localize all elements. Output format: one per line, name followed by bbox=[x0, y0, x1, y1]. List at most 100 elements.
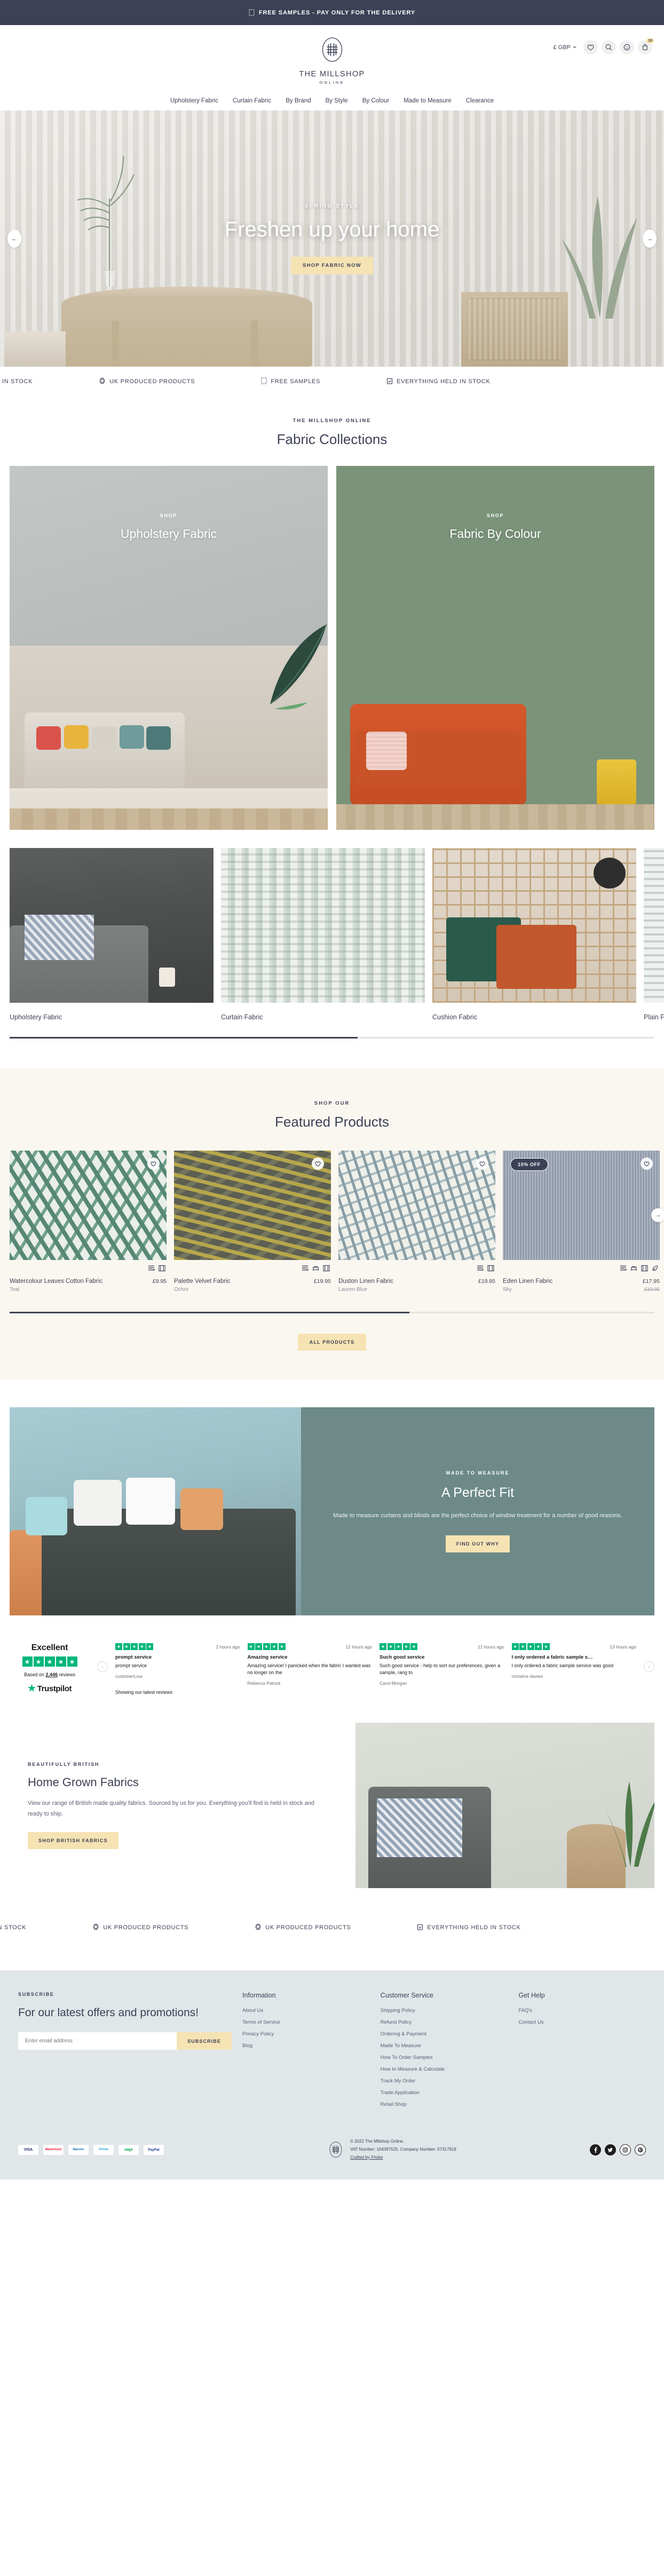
product-name[interactable]: Watercolour Leaves Cotton Fabric bbox=[10, 1278, 102, 1285]
nav-item-clearance[interactable]: Clearance bbox=[466, 98, 494, 104]
footer-link-refund-policy[interactable]: Refund Policy bbox=[381, 2019, 508, 2025]
product-variant: Lauren Blue bbox=[338, 1287, 367, 1293]
wishlist-heart-icon[interactable] bbox=[312, 1158, 324, 1170]
featured-carousel-scrollbar[interactable] bbox=[10, 1312, 654, 1313]
nav-item-by-style[interactable]: By Style bbox=[326, 98, 348, 104]
all-products-button[interactable]: ALL PRODUCTS bbox=[297, 1334, 367, 1351]
account-icon[interactable] bbox=[620, 40, 634, 54]
visa-icon: VISA bbox=[18, 2144, 38, 2155]
british-fabrics-section: BEAUTIFULLY BRITISH Home Grown Fabrics V… bbox=[10, 1723, 654, 1889]
featured-carousel-scroll-thumb[interactable] bbox=[10, 1312, 409, 1313]
shop-fabric-now-button[interactable]: SHOP FABRIC NOW bbox=[290, 256, 374, 274]
review-card: ★ ★ ★ ★ ★ 2 hours ago prompt service prompt … bbox=[115, 1643, 240, 1695]
footer-link-made-to-measure[interactable]: Made To Measure bbox=[381, 2043, 508, 2049]
footer-link-about-us[interactable]: About Us bbox=[242, 2008, 370, 2014]
product-name[interactable]: Eden Linen Fabric bbox=[503, 1278, 552, 1285]
hero-next-arrow[interactable]: → bbox=[643, 229, 657, 248]
shop-british-fabrics-button[interactable]: SHOP BRITISH FABRICS bbox=[28, 1832, 118, 1850]
hero-prev-arrow[interactable]: ← bbox=[7, 229, 21, 248]
type-card-curtain-fabric[interactable]: Curtain Fabric bbox=[221, 848, 425, 1021]
product-name[interactable]: Palette Velvet Fabric bbox=[174, 1278, 230, 1285]
footer-link-faqs[interactable]: FAQ's bbox=[518, 2008, 646, 2014]
type-card-upholstery-fabric[interactable]: Upholstery Fabric bbox=[10, 848, 214, 1021]
wishlist-heart-icon[interactable] bbox=[476, 1158, 488, 1170]
footer-link-how-to-measure[interactable]: How to Measure & Calculate bbox=[381, 2066, 508, 2072]
review-star-rating: ★ ★ ★ ★ ★ bbox=[511, 1643, 550, 1650]
trustpilot-star-rating: ★ ★ ★ ★ ★ bbox=[10, 1656, 90, 1667]
featured-next-arrow[interactable]: → bbox=[651, 1208, 664, 1222]
nav-item-upholstery-fabric[interactable]: Upholstery Fabric bbox=[170, 98, 218, 104]
type-carousel-scroll-thumb[interactable] bbox=[10, 1037, 358, 1039]
review-star-rating: ★ ★ ★ ★ ★ bbox=[380, 1643, 417, 1650]
product-name[interactable]: Duston Linen Fabric bbox=[338, 1278, 393, 1285]
nav-item-by-colour[interactable]: By Colour bbox=[362, 98, 390, 104]
curtain-icon bbox=[159, 1265, 165, 1274]
fabric-type-carousel: Upholstery Fabric Curtain Fabric Cushion… bbox=[0, 830, 664, 1021]
type-card-cushion-fabric[interactable]: Cushion Fabric bbox=[432, 848, 636, 1021]
product-image[interactable] bbox=[174, 1151, 331, 1260]
currency-value: £ GBP bbox=[553, 44, 571, 51]
wishlist-heart-icon[interactable] bbox=[641, 1158, 653, 1170]
search-icon[interactable] bbox=[602, 40, 616, 54]
nav-item-made-to-measure[interactable]: Made to Measure bbox=[404, 98, 452, 104]
star-icon: ★ bbox=[67, 1656, 77, 1667]
star-icon: ★ bbox=[402, 1643, 410, 1650]
subscribe-button[interactable]: SUBSCRIBE bbox=[177, 2032, 232, 2050]
footer-link-trade-application[interactable]: Trade Application bbox=[381, 2090, 508, 2096]
instagram-icon[interactable] bbox=[620, 2144, 631, 2155]
product-price: £19.95 bbox=[478, 1278, 495, 1285]
collection-title: Fabric By Colour bbox=[449, 527, 541, 541]
product-variant-row: Lauren Blue bbox=[338, 1287, 495, 1293]
footer-link-track-my-order[interactable]: Track My Order bbox=[381, 2078, 508, 2084]
footer-link-retail-shop[interactable]: Retail Shop bbox=[381, 2102, 508, 2107]
footer-link-blog[interactable]: Blog bbox=[242, 2043, 370, 2049]
collection-title: Upholstery Fabric bbox=[120, 527, 217, 541]
pinterest-icon[interactable] bbox=[635, 2144, 646, 2155]
star-icon: ★ bbox=[263, 1643, 270, 1650]
trustpilot-rating-label: Excellent bbox=[31, 1643, 68, 1652]
trustpilot-logo[interactable]: ★ Trustpilot bbox=[10, 1683, 90, 1694]
currency-selector[interactable]: £ GBP bbox=[554, 44, 576, 51]
twitter-icon[interactable] bbox=[605, 2144, 616, 2155]
type-carousel-scrollbar[interactable] bbox=[10, 1037, 654, 1039]
trustpilot-footnote: Showing our latest reviews bbox=[115, 1690, 173, 1695]
discount-badge: 10% OFF bbox=[510, 1158, 548, 1171]
footer-link-ordering-payment[interactable]: Ordering & Payment bbox=[381, 2031, 508, 2037]
trustpilot-next-arrow[interactable]: › bbox=[644, 1661, 654, 1672]
product-image[interactable]: 10% OFF bbox=[503, 1151, 660, 1260]
type-card-plain-fabric[interactable]: Plain Fabric bbox=[644, 848, 664, 1021]
review-title: I only ordered a fabric sample s… bbox=[511, 1654, 593, 1660]
collection-card-upholstery-fabric[interactable]: SHOP Upholstery Fabric bbox=[10, 466, 328, 830]
british-body: View our range of British made quality f… bbox=[28, 1800, 314, 1818]
footer-link-contact-us[interactable]: Contact Us bbox=[518, 2019, 646, 2025]
facebook-icon[interactable] bbox=[590, 2144, 601, 2155]
nav-item-by-brand[interactable]: By Brand bbox=[286, 98, 311, 104]
cart-icon[interactable]: 10 bbox=[638, 38, 654, 54]
nav-item-curtain-fabric[interactable]: Curtain Fabric bbox=[233, 98, 271, 104]
footer-link-terms-of-service[interactable]: Terms of Service bbox=[242, 2019, 370, 2025]
review-card: ★ ★ ★ ★ ★ 12 hours ago Amazing service Amazi… bbox=[247, 1643, 372, 1695]
review-header: ★ ★ ★ ★ ★ 2 hours ago bbox=[115, 1643, 240, 1650]
collection-card-fabric-by-colour[interactable]: SHOP Fabric By Colour bbox=[336, 466, 654, 830]
crafted-by-link[interactable]: Crafted by Fhoke bbox=[350, 2155, 383, 2160]
footer-link-how-to-order-samples[interactable]: How To Order Samples bbox=[381, 2055, 508, 2060]
logo[interactable]: THE MILLSHOP ONLINE bbox=[299, 37, 365, 85]
review-title: prompt service bbox=[115, 1654, 152, 1660]
footer-link-privacy-policy[interactable]: Privacy Policy bbox=[242, 2031, 370, 2037]
review-header: ★ ★ ★ ★ ★ 12 hours ago bbox=[247, 1643, 372, 1650]
footer-link-shipping-policy[interactable]: Shipping Policy bbox=[381, 2008, 508, 2014]
footer-column-heading: Customer Service bbox=[380, 1992, 434, 2000]
product-image[interactable] bbox=[338, 1151, 495, 1260]
find-out-why-button[interactable]: FIND OUT WHY bbox=[445, 1535, 510, 1552]
star-icon: ★ bbox=[115, 1643, 122, 1650]
email-field[interactable] bbox=[18, 2032, 177, 2050]
product-image[interactable] bbox=[10, 1151, 167, 1260]
product-feature-icons bbox=[10, 1265, 167, 1274]
wishlist-heart-icon[interactable] bbox=[583, 40, 598, 54]
wishlist-heart-icon[interactable] bbox=[147, 1158, 160, 1170]
type-image bbox=[10, 848, 214, 1003]
trustpilot-prev-arrow[interactable]: ‹ bbox=[97, 1661, 108, 1672]
product-card: Palette Velvet Fabric £19.95 Ochre bbox=[174, 1151, 331, 1293]
product-price: £19.95 bbox=[313, 1278, 331, 1285]
product-feature-icons bbox=[503, 1265, 660, 1274]
